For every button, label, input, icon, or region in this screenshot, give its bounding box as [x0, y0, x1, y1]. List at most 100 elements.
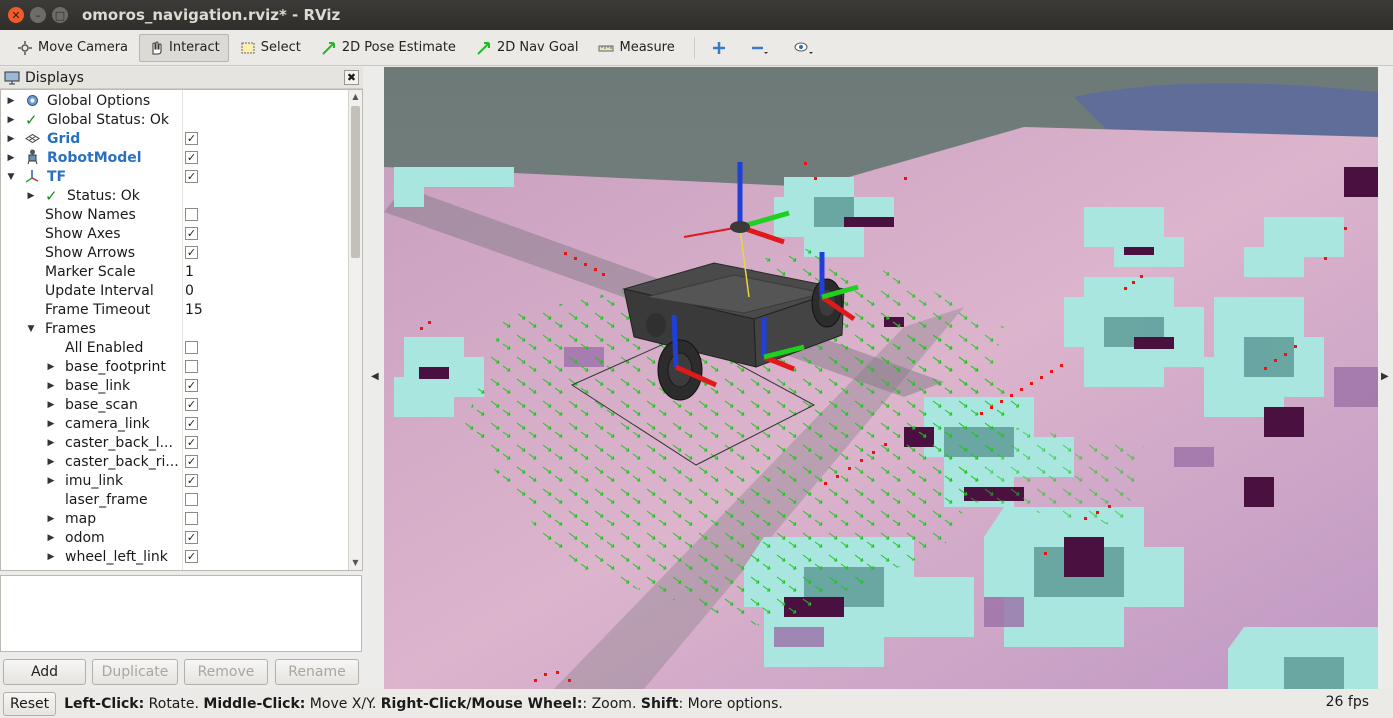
left-collapse-arrow-icon[interactable]: ◀ — [371, 371, 379, 382]
expand-arrow-icon[interactable]: ▶ — [26, 191, 36, 201]
tree-row-grid[interactable]: ▶ Grid ✓ — [1, 129, 347, 148]
tree-row-frame-timeout[interactable]: Frame Timeout 15 — [1, 300, 347, 319]
right-collapse-arrow-icon[interactable]: ▶ — [1381, 371, 1389, 382]
tree-row-label: map — [65, 510, 97, 527]
displays-panel-header: Displays ✖ — [0, 67, 363, 89]
show-arrows-checkbox[interactable]: ✓ — [185, 246, 198, 259]
tree-row-label: base_scan — [65, 396, 138, 413]
frame-checkbox[interactable] — [185, 512, 198, 525]
robotmodel-checkbox[interactable]: ✓ — [185, 151, 198, 164]
tree-row-robotmodel[interactable]: ▶ RobotModel ✓ — [1, 148, 347, 167]
expand-arrow-icon[interactable]: ▶ — [6, 96, 16, 106]
interact-tool[interactable]: Interact — [139, 33, 229, 62]
remove-tool-button[interactable] — [742, 34, 783, 62]
tree-row-label: laser_frame — [65, 491, 148, 508]
panel-close-button[interactable]: ✖ — [344, 70, 359, 85]
expand-arrow-icon[interactable]: ▶ — [6, 153, 16, 163]
scroll-thumb[interactable] — [351, 106, 360, 258]
pose-estimate-tool[interactable]: 2D Pose Estimate — [312, 34, 465, 62]
tree-row-show-axes[interactable]: Show Axes ✓ — [1, 224, 347, 243]
view-options-button[interactable] — [785, 34, 828, 62]
all-enabled-checkbox[interactable] — [185, 341, 198, 354]
nav-goal-tool[interactable]: 2D Nav Goal — [467, 34, 588, 62]
grid-checkbox[interactable]: ✓ — [185, 132, 198, 145]
tree-row-tf[interactable]: ▼ TF ✓ — [1, 167, 347, 186]
update-interval-value[interactable]: 0 — [185, 283, 194, 299]
expand-arrow-icon[interactable]: ▶ — [46, 514, 56, 524]
remove-button[interactable]: Remove — [184, 659, 268, 685]
frame-checkbox[interactable]: ✓ — [185, 455, 198, 468]
measure-tool[interactable]: Measure — [589, 34, 683, 62]
frame-checkbox[interactable]: ✓ — [185, 436, 198, 449]
tree-row-label: caster_back_ri... — [65, 453, 179, 470]
rename-button[interactable]: Rename — [275, 659, 359, 685]
frame-row-laser-frame[interactable]: laser_frame — [1, 490, 347, 509]
expand-arrow-icon[interactable]: ▶ — [46, 362, 56, 372]
frame-row-wheel-left-link[interactable]: ▶ wheel_left_link ✓ — [1, 547, 347, 566]
frame-row-caster-back-right[interactable]: ▶ caster_back_ri... ✓ — [1, 452, 347, 471]
show-axes-checkbox[interactable]: ✓ — [185, 227, 198, 240]
tree-row-global-options[interactable]: ▶ Global Options — [1, 91, 347, 110]
window-maximize-button[interactable]: □ — [52, 7, 68, 23]
frame-row-base-footprint[interactable]: ▶ base_footprint — [1, 357, 347, 376]
tree-row-all-enabled[interactable]: All Enabled — [1, 338, 347, 357]
frame-row-caster-back-left[interactable]: ▶ caster_back_l... ✓ — [1, 433, 347, 452]
select-tool[interactable]: Select — [231, 34, 310, 62]
reset-button[interactable]: Reset — [3, 691, 57, 716]
frame-timeout-value[interactable]: 15 — [185, 302, 203, 318]
frame-checkbox[interactable] — [185, 493, 198, 506]
scroll-down-icon[interactable]: ▼ — [349, 556, 362, 570]
frame-checkbox[interactable]: ✓ — [185, 398, 198, 411]
marker-scale-value[interactable]: 1 — [185, 264, 194, 280]
tree-row-show-names[interactable]: Show Names — [1, 205, 347, 224]
add-tool-button[interactable] — [703, 34, 740, 62]
tree-row-update-interval[interactable]: Update Interval 0 — [1, 281, 347, 300]
tree-row-label: Frames — [45, 320, 96, 337]
collapse-arrow-icon[interactable]: ▼ — [6, 172, 16, 182]
frame-row-base-scan[interactable]: ▶ base_scan ✓ — [1, 395, 347, 414]
render-viewport[interactable] — [384, 67, 1378, 689]
frame-checkbox[interactable]: ✓ — [185, 550, 198, 563]
add-button[interactable]: Add — [3, 659, 86, 685]
tree-row-global-status[interactable]: ▶ ✓ Global Status: Ok — [1, 110, 347, 129]
hand-pointer-icon — [148, 40, 164, 56]
frame-checkbox[interactable]: ✓ — [185, 417, 198, 430]
frame-checkbox[interactable]: ✓ — [185, 474, 198, 487]
tree-row-label: RobotModel — [47, 149, 142, 166]
duplicate-button[interactable]: Duplicate — [92, 659, 178, 685]
expand-arrow-icon[interactable]: ▶ — [46, 552, 56, 562]
expand-arrow-icon[interactable]: ▶ — [46, 381, 56, 391]
tree-row-marker-scale[interactable]: Marker Scale 1 — [1, 262, 347, 281]
tree-row-label: wheel_left_link — [65, 548, 168, 565]
scroll-up-icon[interactable]: ▲ — [349, 90, 362, 104]
expand-arrow-icon[interactable]: ▶ — [46, 457, 56, 467]
expand-arrow-icon[interactable]: ▶ — [46, 438, 56, 448]
expand-arrow-icon[interactable]: ▶ — [46, 400, 56, 410]
hint-middle-click: Middle-Click: — [203, 695, 306, 712]
frame-row-imu-link[interactable]: ▶ imu_link ✓ — [1, 471, 347, 490]
tree-row-frames[interactable]: ▼ Frames — [1, 319, 347, 338]
expand-arrow-icon[interactable]: ▶ — [6, 115, 16, 125]
window-close-button[interactable]: ✕ — [8, 7, 24, 23]
expand-arrow-icon[interactable]: ▶ — [6, 134, 16, 144]
displays-tree: ▶ Global Options ▶ ✓ Global Status: Ok ▶… — [0, 89, 363, 571]
tree-row-label: Marker Scale — [45, 263, 136, 280]
frame-row-camera-link[interactable]: ▶ camera_link ✓ — [1, 414, 347, 433]
tree-row-show-arrows[interactable]: Show Arrows ✓ — [1, 243, 347, 262]
expand-arrow-icon[interactable]: ▶ — [46, 476, 56, 486]
move-camera-tool[interactable]: Move Camera — [8, 34, 137, 62]
expand-arrow-icon[interactable]: ▶ — [46, 419, 56, 429]
frame-checkbox[interactable]: ✓ — [185, 531, 198, 544]
tree-row-tf-status[interactable]: ▶ ✓ Status: Ok — [1, 186, 347, 205]
frame-row-map[interactable]: ▶ map — [1, 509, 347, 528]
tree-scrollbar[interactable]: ▲ ▼ — [348, 90, 362, 570]
collapse-arrow-icon[interactable]: ▼ — [26, 324, 36, 334]
window-minimize-button[interactable]: – — [30, 7, 46, 23]
frame-checkbox[interactable]: ✓ — [185, 379, 198, 392]
frame-row-odom[interactable]: ▶ odom ✓ — [1, 528, 347, 547]
show-names-checkbox[interactable] — [185, 208, 198, 221]
frame-checkbox[interactable] — [185, 360, 198, 373]
tf-checkbox[interactable]: ✓ — [185, 170, 198, 183]
expand-arrow-icon[interactable]: ▶ — [46, 533, 56, 543]
frame-row-base-link[interactable]: ▶ base_link ✓ — [1, 376, 347, 395]
